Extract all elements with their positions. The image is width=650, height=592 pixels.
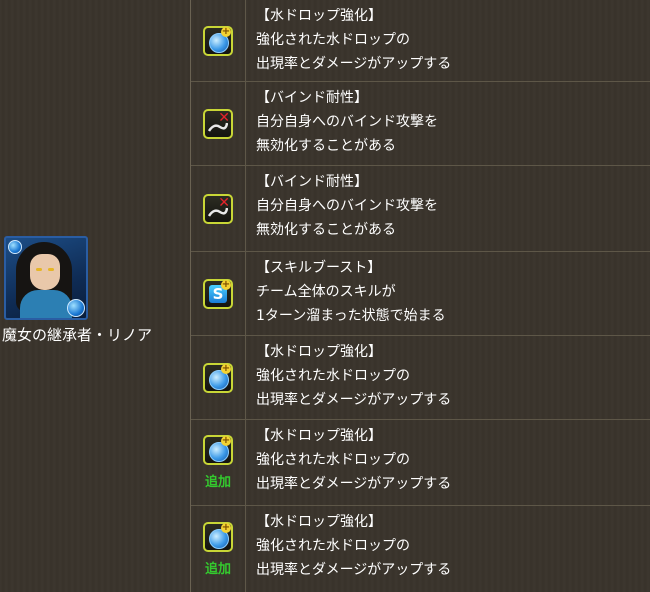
awakening-icon-cell: +	[191, 336, 246, 419]
awakening-line: 出現率とダメージがアップする	[256, 562, 452, 578]
added-label: 追加	[204, 475, 231, 490]
plus-icon: +	[221, 278, 231, 290]
portrait-eye	[36, 268, 42, 271]
plus-icon: +	[221, 521, 231, 533]
awakening-description: 【スキルブースト】 チーム全体のスキルが 1ターン溜まった状態で始まる	[246, 252, 650, 335]
awakening-table: 魔女の継承者・リノア + 【水ドロップ強化】 強化された水ドロップの 出現率とダ…	[0, 0, 650, 592]
portrait-body	[20, 290, 72, 318]
awakening-title: 【水ドロップ強化】	[256, 514, 382, 530]
water-drop-enhance-icon[interactable]: +	[203, 435, 233, 465]
awakening-line: 自分自身へのバインド攻撃を	[256, 114, 438, 130]
character-portrait[interactable]	[4, 236, 88, 320]
water-sub-attribute-icon	[67, 299, 85, 317]
awakening-line: 出現率とダメージがアップする	[256, 56, 452, 72]
awakening-icon-cell: ✕	[191, 82, 246, 165]
awakening-row: ✕ 【バインド耐性】 自分自身へのバインド攻撃を 無効化することがある	[191, 82, 650, 166]
awakening-icon-cell: ✕	[191, 166, 246, 251]
character-card[interactable]: 魔女の継承者・リノア	[2, 236, 188, 345]
awakening-line: 出現率とダメージがアップする	[256, 476, 452, 492]
water-drop-enhance-icon[interactable]: +	[203, 25, 233, 56]
cross-icon: ✕	[218, 109, 230, 126]
awakening-description: 【水ドロップ強化】 強化された水ドロップの 出現率とダメージがアップする	[246, 336, 650, 419]
awakening-line: 無効化することがある	[256, 222, 396, 238]
awakening-title: 【水ドロップ強化】	[256, 344, 382, 360]
awakening-icon-cell: + 追加	[191, 420, 246, 505]
water-drop-enhance-icon[interactable]: +	[203, 362, 233, 393]
portrait-face	[30, 254, 60, 290]
cross-icon: ✕	[218, 194, 230, 211]
awakening-title: 【スキルブースト】	[256, 260, 382, 276]
awakening-row: + 追加 【水ドロップ強化】 強化された水ドロップの 出現率とダメージがアップす…	[191, 506, 650, 592]
awakening-line: 強化された水ドロップの	[256, 452, 410, 468]
awakening-description: 【バインド耐性】 自分自身へのバインド攻撃を 無効化することがある	[246, 166, 650, 251]
bind-resist-icon[interactable]: ✕	[203, 193, 233, 224]
character-name: 魔女の継承者・リノア	[2, 326, 153, 344]
awakening-title: 【バインド耐性】	[256, 90, 368, 106]
awakening-row: + 追加 【水ドロップ強化】 強化された水ドロップの 出現率とダメージがアップす…	[191, 420, 650, 506]
awakening-description: 【水ドロップ強化】 強化された水ドロップの 出現率とダメージがアップする	[246, 420, 650, 505]
portrait-eye	[48, 268, 54, 271]
character-column: 魔女の継承者・リノア	[0, 0, 191, 592]
awakening-row: S + 【スキルブースト】 チーム全体のスキルが 1ターン溜まった状態で始まる	[191, 252, 650, 336]
awakening-row: ✕ 【バインド耐性】 自分自身へのバインド攻撃を 無効化することがある	[191, 166, 650, 252]
water-drop-enhance-icon[interactable]: +	[203, 521, 233, 552]
plus-icon: +	[221, 362, 231, 374]
awakening-line: 自分自身へのバインド攻撃を	[256, 198, 438, 214]
skill-boost-icon[interactable]: S +	[203, 278, 233, 309]
awakening-title: 【水ドロップ強化】	[256, 8, 382, 24]
awakening-description: 【水ドロップ強化】 強化された水ドロップの 出現率とダメージがアップする	[246, 0, 650, 81]
awakening-line: 強化された水ドロップの	[256, 32, 410, 48]
awakening-list: + 【水ドロップ強化】 強化された水ドロップの 出現率とダメージがアップする ✕…	[191, 0, 650, 592]
awakening-line: チーム全体のスキルが	[256, 284, 396, 300]
awakening-icon-cell: + 追加	[191, 506, 246, 592]
awakening-description: 【バインド耐性】 自分自身へのバインド攻撃を 無効化することがある	[246, 82, 650, 165]
awakening-line: 強化された水ドロップの	[256, 538, 410, 554]
awakening-title: 【バインド耐性】	[256, 174, 368, 190]
awakening-icon-cell: +	[191, 0, 246, 81]
awakening-row: + 【水ドロップ強化】 強化された水ドロップの 出現率とダメージがアップする	[191, 336, 650, 420]
bind-resist-icon[interactable]: ✕	[203, 108, 233, 139]
awakening-line: 1ターン溜まった状態で始まる	[256, 308, 446, 324]
added-label: 追加	[204, 561, 231, 577]
awakening-line: 強化された水ドロップの	[256, 368, 410, 384]
awakening-description: 【水ドロップ強化】 強化された水ドロップの 出現率とダメージがアップする	[246, 506, 650, 592]
plus-icon: +	[221, 435, 231, 446]
water-attribute-icon	[8, 240, 22, 254]
awakening-row: + 【水ドロップ強化】 強化された水ドロップの 出現率とダメージがアップする	[191, 0, 650, 82]
awakening-icon-cell: S +	[191, 252, 246, 335]
awakening-line: 出現率とダメージがアップする	[256, 392, 452, 408]
awakening-title: 【水ドロップ強化】	[256, 428, 382, 444]
plus-icon: +	[221, 25, 231, 37]
awakening-line: 無効化することがある	[256, 138, 396, 154]
